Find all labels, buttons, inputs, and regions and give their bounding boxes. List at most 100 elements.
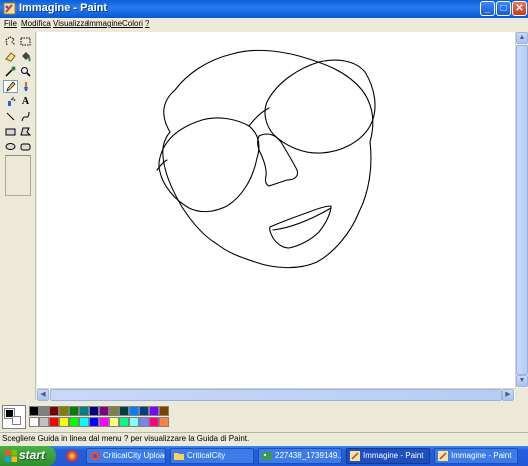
tool-line[interactable] <box>3 110 18 123</box>
palette-swatch[interactable] <box>159 417 169 427</box>
menu-modifica[interactable]: Modifica <box>21 19 51 28</box>
current-colors[interactable] <box>2 405 26 429</box>
background-color[interactable] <box>12 416 21 425</box>
chrome-quicklaunch-icon[interactable] <box>66 450 78 462</box>
paint-window: Immagine - Paint _ □ ✕ File Modifica Vis… <box>0 0 528 466</box>
palette-swatch[interactable] <box>69 417 79 427</box>
scroll-corner <box>515 388 528 401</box>
palette-swatch[interactable] <box>39 417 49 427</box>
curve-tool-icon <box>21 111 30 122</box>
ellipse-tool-icon <box>5 143 16 150</box>
start-button[interactable]: start <box>0 446 56 466</box>
menu-colori[interactable]: Colori <box>122 19 143 28</box>
face-sketch-drawing <box>156 49 376 269</box>
tool-curve[interactable] <box>18 110 33 123</box>
taskbar-item-paint-active[interactable]: Immagine - Paint <box>346 448 430 464</box>
palette-swatch[interactable] <box>29 417 39 427</box>
tool-eyedropper[interactable] <box>3 65 18 78</box>
horizontal-scroll-thumb[interactable] <box>50 389 502 401</box>
tool-fill[interactable] <box>18 50 33 63</box>
palette-swatch[interactable] <box>29 406 39 416</box>
palette-swatch[interactable] <box>119 406 129 416</box>
polygon-tool-icon <box>20 127 31 136</box>
tool-airbrush[interactable] <box>3 95 18 108</box>
palette-swatch[interactable] <box>119 417 129 427</box>
pencil-icon <box>6 81 16 92</box>
start-label: start <box>19 448 46 462</box>
palette-swatch[interactable] <box>39 406 49 416</box>
vertical-scrollbar[interactable]: ▲ ▼ <box>515 32 528 388</box>
task-label: CriticalCity <box>187 451 226 460</box>
tool-free-form-select[interactable] <box>3 35 18 48</box>
tool-pencil[interactable] <box>3 80 18 93</box>
taskbar-item-criticalcity-upload[interactable]: CriticalCity Upload... <box>86 448 166 464</box>
palette-swatch[interactable] <box>129 406 139 416</box>
close-button[interactable]: ✕ <box>512 1 527 16</box>
palette-swatch[interactable] <box>79 417 89 427</box>
title-bar[interactable]: Immagine - Paint _ □ ✕ <box>0 0 528 18</box>
palette-swatch[interactable] <box>129 417 139 427</box>
task-label: 227438_1739149... <box>275 451 342 460</box>
palette-swatch[interactable] <box>109 406 119 416</box>
eyedropper-icon <box>5 66 16 77</box>
scroll-right-icon[interactable]: ▶ <box>502 389 514 401</box>
palette-swatch[interactable] <box>139 406 149 416</box>
rect-select-icon <box>20 37 31 46</box>
taskbar-item-criticalcity[interactable]: CriticalCity <box>170 448 254 464</box>
taskbar-item-image[interactable]: 227438_1739149... <box>258 448 342 464</box>
eraser-icon <box>5 52 16 62</box>
drawing-canvas[interactable] <box>37 32 515 388</box>
free-form-select-icon <box>5 36 16 46</box>
tool-polygon[interactable] <box>18 125 33 138</box>
vertical-scroll-thumb[interactable] <box>516 45 528 375</box>
tool-magnifier[interactable] <box>18 65 33 78</box>
palette-swatch[interactable] <box>49 417 59 427</box>
palette-swatch[interactable] <box>79 406 89 416</box>
palette-swatch[interactable] <box>59 417 69 427</box>
palette-swatch[interactable] <box>149 417 159 427</box>
palette-swatch[interactable] <box>69 406 79 416</box>
rectangle-tool-icon <box>5 128 16 136</box>
palette-swatch[interactable] <box>99 406 109 416</box>
text-tool-icon[interactable]: A <box>18 95 33 108</box>
task-label: Immagine - Paint <box>363 451 424 460</box>
paint-icon <box>350 451 360 461</box>
scroll-up-icon[interactable]: ▲ <box>516 32 528 44</box>
color-palette <box>0 402 528 432</box>
palette-swatch[interactable] <box>139 417 149 427</box>
tool-rect-select[interactable] <box>18 35 33 48</box>
palette-swatch[interactable] <box>59 406 69 416</box>
palette-swatch[interactable] <box>89 406 99 416</box>
maximize-button[interactable]: □ <box>496 1 511 16</box>
palette-swatch[interactable] <box>49 406 59 416</box>
tool-rounded-rect[interactable] <box>18 140 33 153</box>
menu-file[interactable]: File <box>4 19 17 28</box>
tool-rectangle[interactable] <box>3 125 18 138</box>
palette-swatch[interactable] <box>149 406 159 416</box>
palette-swatch[interactable] <box>159 406 169 416</box>
menu-visualizza[interactable]: Visualizza <box>53 19 89 28</box>
horizontal-scrollbar[interactable]: ◀ ▶ <box>37 388 515 401</box>
tool-ellipse[interactable] <box>3 140 18 153</box>
tool-brush[interactable] <box>18 80 33 93</box>
palette-swatch[interactable] <box>99 417 109 427</box>
menu-help[interactable]: ? <box>145 19 149 28</box>
rounded-rect-tool-icon <box>20 143 31 151</box>
tool-eraser[interactable] <box>3 50 18 63</box>
tool-options-panel[interactable] <box>5 155 31 196</box>
scroll-down-icon[interactable]: ▼ <box>516 375 528 387</box>
menu-immagine[interactable]: Immagine <box>87 19 122 28</box>
task-label: Immagine - Paint <box>451 451 512 460</box>
palette-swatch[interactable] <box>89 417 99 427</box>
paint-app-icon <box>3 2 16 15</box>
window-title: Immagine - Paint <box>19 2 108 14</box>
minimize-button[interactable]: _ <box>480 1 495 16</box>
status-text: Scegliere Guida in linea dal menu ? per … <box>2 434 250 443</box>
line-tool-icon <box>6 112 15 121</box>
scroll-left-icon[interactable]: ◀ <box>37 389 49 401</box>
windows-flag-icon <box>5 450 17 462</box>
palette-swatch[interactable] <box>109 417 119 427</box>
taskbar: start CriticalCity Upload... CriticalCit… <box>0 446 528 466</box>
taskbar-item-paint[interactable]: Immagine - Paint <box>434 448 518 464</box>
brush-icon <box>24 82 28 91</box>
